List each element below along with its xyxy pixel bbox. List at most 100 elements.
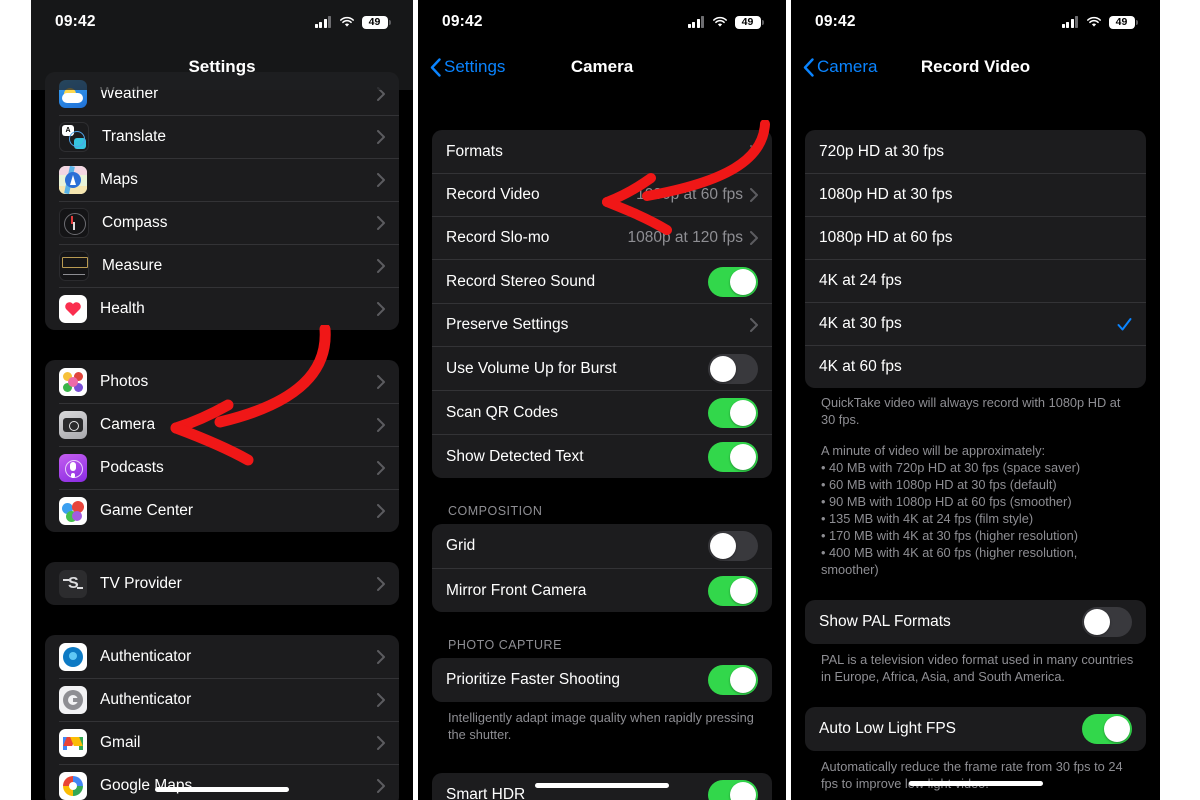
camera-navbar: Settings Camera bbox=[418, 44, 786, 90]
footnote-sizes-intro: A minute of video will be approximately: bbox=[821, 443, 1046, 459]
sidebar-item-game-center[interactable]: Game Center bbox=[59, 489, 399, 532]
option-4k-30[interactable]: 4K at 30 fps bbox=[805, 302, 1146, 345]
status-indicators: 49 bbox=[314, 15, 391, 29]
phone-panel-record-video: 09:42 49 Camera Record Video 720p HD at … bbox=[791, 0, 1160, 800]
chevron-right-icon bbox=[377, 649, 385, 664]
sidebar-item-health[interactable]: Health bbox=[59, 287, 399, 330]
camera-scroll-view[interactable]: 09:42 49 Settings Camera Formats Record … bbox=[418, 0, 786, 800]
video-resolution-options-group: 720p HD at 30 fps 1080p HD at 30 fps 108… bbox=[805, 130, 1146, 388]
chevron-right-icon bbox=[377, 504, 385, 518]
row-label: Record Stereo Sound bbox=[446, 272, 596, 290]
row-show-pal-formats[interactable]: Show PAL Formats bbox=[805, 600, 1146, 644]
gmail-app-icon bbox=[59, 729, 87, 757]
option-4k-24[interactable]: 4K at 24 fps bbox=[805, 259, 1146, 302]
sidebar-item-label: Game Center bbox=[100, 502, 194, 519]
chevron-left-icon bbox=[430, 57, 441, 77]
sidebar-item-tv-provider[interactable]: S TV Provider bbox=[59, 562, 399, 605]
camera-composition-group: Grid Mirror Front Camera bbox=[432, 524, 772, 612]
chevron-right-icon bbox=[377, 259, 385, 273]
panel-divider-1 bbox=[413, 0, 418, 800]
sidebar-item-maps[interactable]: Maps bbox=[59, 158, 399, 201]
toggle-mirror-front-camera[interactable] bbox=[708, 575, 758, 606]
row-preserve-settings[interactable]: Preserve Settings bbox=[432, 303, 772, 346]
back-button-camera[interactable]: Camera bbox=[803, 44, 877, 90]
phone-panel-settings: 09:42 49 Settings Weather A Translate Ma… bbox=[31, 0, 413, 800]
page-title: Record Video bbox=[920, 57, 1031, 76]
row-record-video[interactable]: Record Video 1080p at 60 fps bbox=[432, 173, 772, 216]
record-video-scroll-view[interactable]: 09:42 49 Camera Record Video 720p HD at … bbox=[791, 0, 1160, 800]
chevron-right-icon bbox=[377, 374, 385, 389]
row-record-stereo-sound[interactable]: Record Stereo Sound bbox=[432, 259, 772, 303]
sidebar-item-authenticator-blue[interactable]: Authenticator bbox=[59, 635, 399, 678]
sidebar-item-translate[interactable]: A Translate bbox=[59, 115, 399, 158]
row-mirror-front-camera[interactable]: Mirror Front Camera bbox=[432, 568, 772, 612]
option-label: 4K at 60 fps bbox=[819, 358, 902, 375]
row-auto-low-light-fps[interactable]: Auto Low Light FPS bbox=[805, 707, 1146, 751]
row-value: 1080p at 120 fps bbox=[627, 229, 744, 246]
row-label: Record Video bbox=[446, 186, 540, 203]
back-button-settings[interactable]: Settings bbox=[430, 44, 505, 90]
status-time: 09:42 bbox=[55, 13, 96, 30]
chevron-right-icon bbox=[377, 736, 385, 750]
row-record-slo-mo[interactable]: Record Slo-mo 1080p at 120 fps bbox=[432, 216, 772, 259]
toggle-auto-low-light-fps[interactable] bbox=[1082, 714, 1132, 745]
option-label: 4K at 30 fps bbox=[819, 315, 902, 332]
option-1080p-30[interactable]: 1080p HD at 30 fps bbox=[805, 173, 1146, 216]
footnote-low-light: Automatically reduce the frame rate from… bbox=[821, 759, 1123, 792]
google-maps-app-icon bbox=[59, 772, 87, 800]
maps-app-icon bbox=[59, 166, 87, 194]
sidebar-item-google-maps[interactable]: Google Maps bbox=[59, 764, 399, 800]
footnote-size-item: • 60 MB with 1080p HD at 30 fps (default… bbox=[821, 477, 1057, 493]
row-use-volume-up-for-burst[interactable]: Use Volume Up for Burst bbox=[432, 346, 772, 390]
measure-app-icon bbox=[59, 251, 89, 281]
option-1080p-60[interactable]: 1080p HD at 60 fps bbox=[805, 216, 1146, 259]
option-720p-30[interactable]: 720p HD at 30 fps bbox=[805, 130, 1146, 173]
settings-group-media-apps: Photos Camera Podcasts Game Center bbox=[45, 360, 399, 532]
sidebar-item-photos[interactable]: Photos bbox=[59, 360, 399, 403]
sidebar-item-measure[interactable]: Measure bbox=[59, 244, 399, 287]
left-margin bbox=[0, 0, 31, 800]
sidebar-item-label: Camera bbox=[100, 416, 156, 433]
battery-icon: 49 bbox=[1108, 15, 1138, 29]
row-prioritize-faster-shooting[interactable]: Prioritize Faster Shooting bbox=[432, 658, 772, 702]
wifi-icon bbox=[712, 16, 727, 27]
settings-scroll-view[interactable]: 09:42 49 Settings Weather A Translate Ma… bbox=[31, 0, 413, 800]
toggle-scan-qr-codes[interactable] bbox=[708, 397, 758, 428]
toggle-prioritize-faster-shooting[interactable] bbox=[708, 665, 758, 695]
cellular-bars-icon bbox=[1061, 16, 1079, 28]
option-label: 720p HD at 30 fps bbox=[819, 142, 944, 160]
toggle-record-stereo-sound[interactable] bbox=[708, 266, 758, 297]
row-grid[interactable]: Grid bbox=[432, 524, 772, 568]
toggle-smart-hdr[interactable] bbox=[708, 780, 758, 800]
option-4k-60[interactable]: 4K at 60 fps bbox=[805, 345, 1146, 388]
camera-photo-capture-group: Prioritize Faster Shooting bbox=[432, 658, 772, 702]
footnote-size-item: • 400 MB with 4K at 60 fps (higher resol… bbox=[821, 545, 1078, 578]
battery-level: 49 bbox=[734, 15, 761, 29]
tv-provider-icon: S bbox=[59, 569, 87, 598]
back-button-label: Settings bbox=[444, 57, 506, 76]
row-value: 1080p at 60 fps bbox=[636, 186, 743, 203]
footnote-quicktake: QuickTake video will always record with … bbox=[821, 395, 1121, 428]
sidebar-item-podcasts[interactable]: Podcasts bbox=[59, 446, 399, 489]
translate-app-icon: A bbox=[59, 122, 89, 152]
status-time: 09:42 bbox=[442, 13, 483, 30]
sidebar-item-compass[interactable]: Compass bbox=[59, 201, 399, 244]
row-scan-qr-codes[interactable]: Scan QR Codes bbox=[432, 390, 772, 434]
toggle-grid[interactable] bbox=[708, 531, 758, 561]
row-show-detected-text[interactable]: Show Detected Text bbox=[432, 434, 772, 478]
sidebar-item-authenticator-gray[interactable]: Authenticator bbox=[59, 678, 399, 721]
status-bar: 09:42 49 bbox=[791, 0, 1160, 44]
settings-group-third-party-apps: Authenticator Authenticator Gmail Google… bbox=[45, 635, 399, 800]
toggle-show-detected-text[interactable] bbox=[708, 441, 758, 472]
sidebar-item-gmail[interactable]: Gmail bbox=[59, 721, 399, 764]
chevron-right-icon bbox=[377, 418, 385, 432]
toggle-use-volume-up-for-burst[interactable] bbox=[708, 353, 758, 384]
row-formats[interactable]: Formats bbox=[432, 130, 772, 173]
page-title: Camera bbox=[570, 57, 634, 76]
row-label: Auto Low Light FPS bbox=[819, 720, 956, 738]
compass-app-icon bbox=[59, 208, 89, 238]
sidebar-item-camera[interactable]: Camera bbox=[59, 403, 399, 446]
home-indicator bbox=[155, 787, 289, 792]
sidebar-item-label: Translate bbox=[102, 128, 167, 145]
toggle-show-pal-formats[interactable] bbox=[1082, 607, 1132, 638]
